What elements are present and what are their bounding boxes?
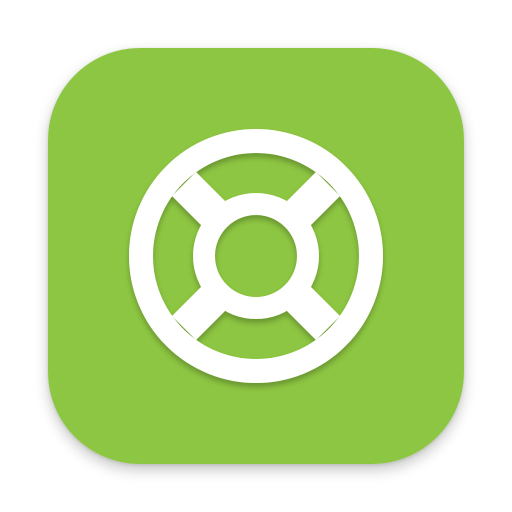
icon-canvas — [0, 0, 512, 512]
spoke-bottom-right — [284, 284, 341, 341]
app-icon-tile[interactable] — [48, 48, 464, 464]
spoke-top-left — [171, 171, 228, 228]
spoke-top-right — [284, 171, 341, 228]
spoke-bottom-left — [171, 284, 228, 341]
icon-background — [48, 48, 464, 464]
lifebuoy-icon — [48, 48, 464, 464]
